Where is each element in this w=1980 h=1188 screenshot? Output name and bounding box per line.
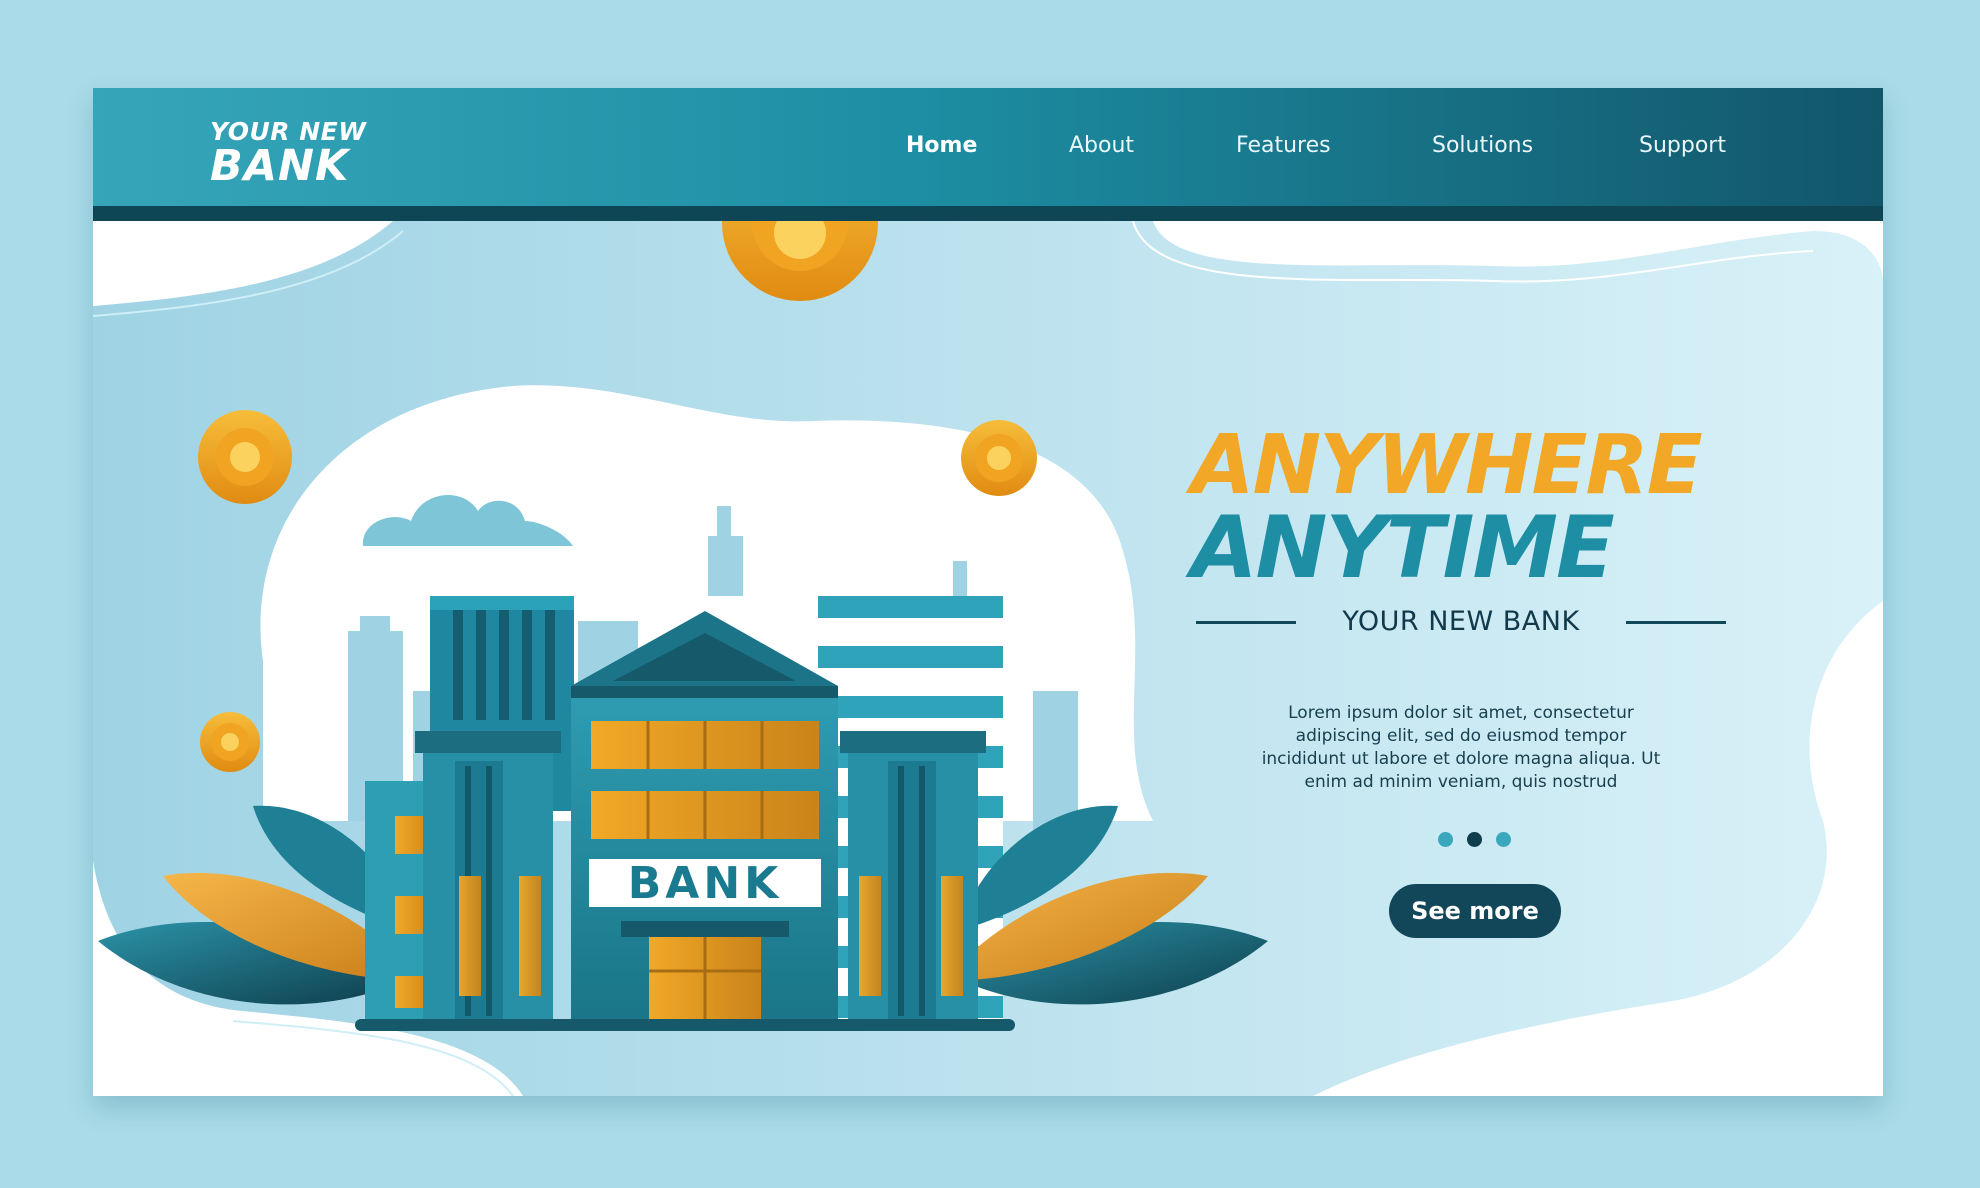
- carousel-dot-1[interactable]: [1438, 832, 1453, 847]
- nav-features[interactable]: Features: [1236, 133, 1331, 158]
- bank-illustration: BANK: [98, 221, 1268, 1031]
- hero-headline-line2: ANYTIME: [1191, 498, 1615, 598]
- see-more-button[interactable]: See more: [1389, 884, 1561, 938]
- coin-icon: [722, 221, 878, 301]
- nav-about[interactable]: About: [1069, 133, 1134, 158]
- carousel-dot-2[interactable]: [1467, 832, 1482, 847]
- carousel-dot-3[interactable]: [1496, 832, 1511, 847]
- nav-support[interactable]: Support: [1639, 133, 1726, 158]
- bank-building-icon: BANK: [571, 611, 838, 1021]
- hero-body-text: Lorem ipsum dolor sit amet, consectetur …: [1261, 703, 1661, 792]
- hero-subtitle-row: YOUR NEW BANK: [1196, 606, 1726, 638]
- brand-logo-line2: BANK: [210, 141, 350, 191]
- nav-home[interactable]: Home: [906, 133, 977, 158]
- brand-logo[interactable]: YOUR NEW BANK: [210, 119, 366, 188]
- coin-icon: [200, 712, 260, 772]
- coin-icon: [961, 420, 1037, 496]
- nav-solutions[interactable]: Solutions: [1432, 133, 1533, 158]
- top-navbar: YOUR NEW BANK Home About Features Soluti…: [93, 88, 1883, 206]
- coin-icon: [198, 410, 292, 504]
- bank-wing-right: [840, 731, 986, 1021]
- ground: [355, 1019, 1015, 1031]
- bank-sign: BANK: [628, 858, 783, 909]
- subtitle-rule-right: [1626, 621, 1726, 624]
- navbar-divider: [93, 206, 1883, 221]
- landing-page-frame: BANK YOUR NEW BANK Home About Features S…: [93, 88, 1883, 1096]
